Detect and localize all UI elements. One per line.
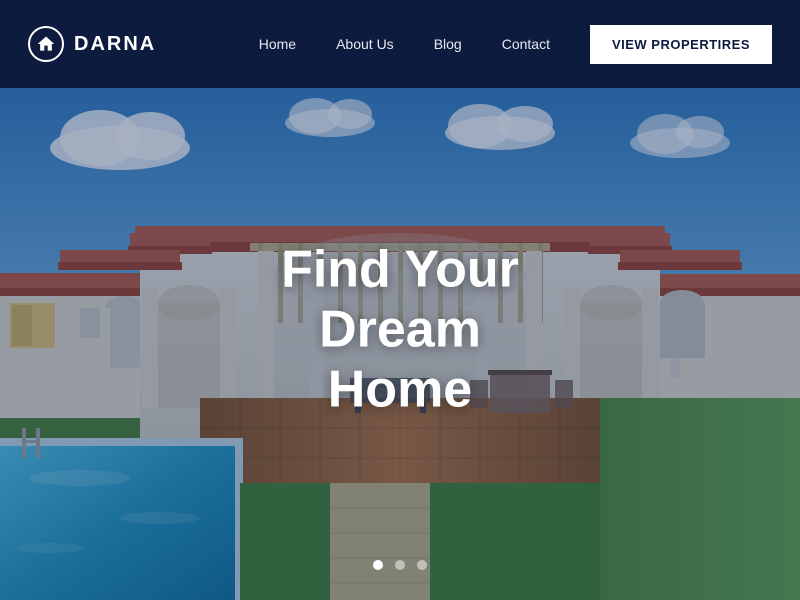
logo[interactable]: DARNA bbox=[28, 26, 156, 62]
nav-link-blog[interactable]: Blog bbox=[434, 36, 462, 52]
slider-dots bbox=[373, 560, 427, 570]
slider-dot-3[interactable] bbox=[417, 560, 427, 570]
nav-link-contact[interactable]: Contact bbox=[502, 36, 550, 52]
nav-links: Home About Us Blog Contact VIEW PROPERTI… bbox=[259, 25, 772, 64]
hero-title-line2: Home bbox=[328, 360, 472, 418]
brand-name: DARNA bbox=[74, 33, 156, 56]
logo-icon bbox=[28, 26, 64, 62]
home-icon bbox=[36, 34, 56, 54]
slider-dot-2[interactable] bbox=[395, 560, 405, 570]
view-properties-button[interactable]: VIEW PROPERTIRES bbox=[590, 25, 772, 64]
hero-section: Find Your Dream Home bbox=[0, 0, 800, 600]
navbar: DARNA Home About Us Blog Contact VIEW PR… bbox=[0, 0, 800, 88]
hero-title: Find Your Dream Home bbox=[200, 240, 600, 419]
nav-link-home[interactable]: Home bbox=[259, 36, 296, 52]
nav-link-about[interactable]: About Us bbox=[336, 36, 394, 52]
hero-content: Find Your Dream Home bbox=[200, 240, 600, 419]
slider-dot-1[interactable] bbox=[373, 560, 383, 570]
hero-title-line1: Find Your Dream bbox=[281, 240, 519, 358]
